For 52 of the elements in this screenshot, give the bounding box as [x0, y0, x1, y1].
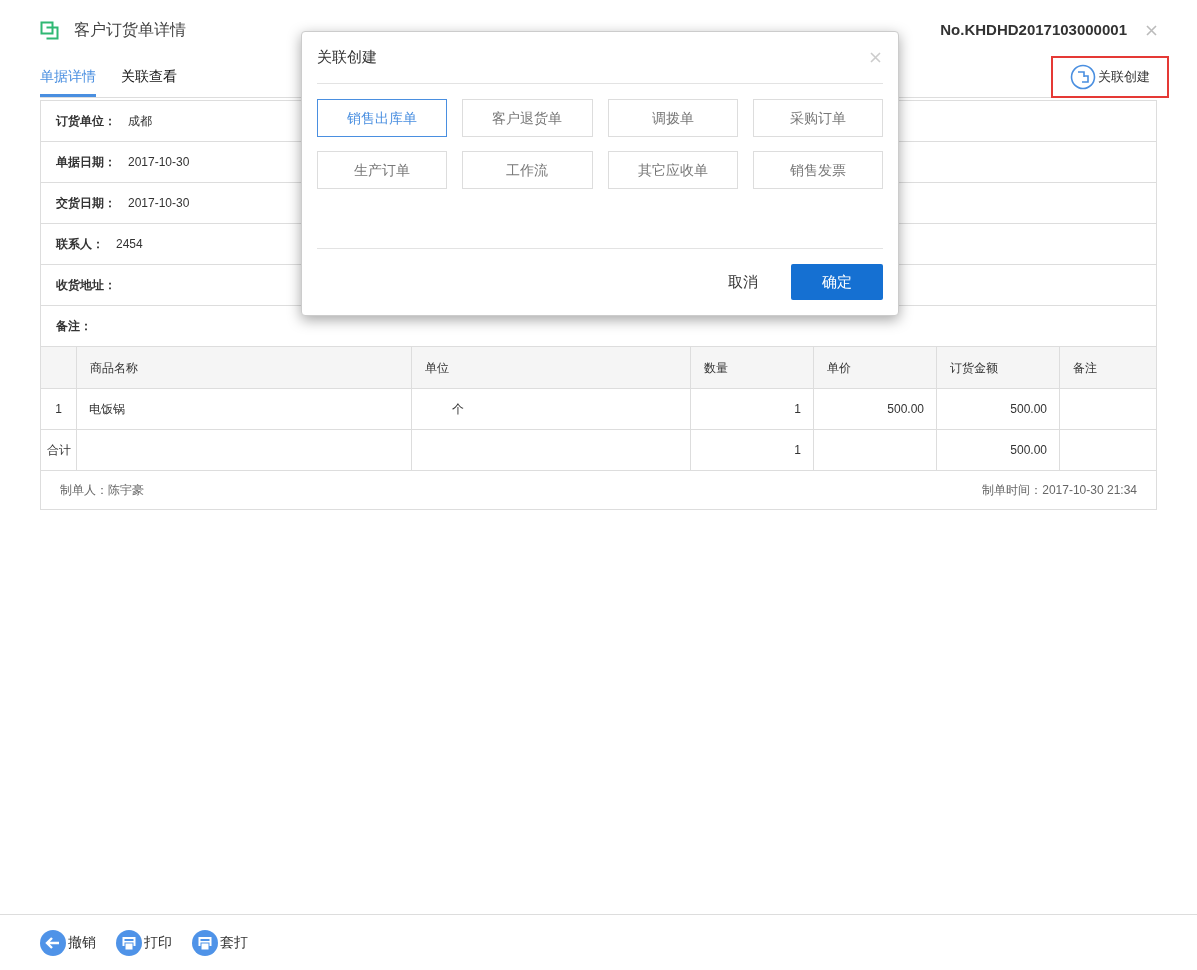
cancel-button[interactable]: 取消	[728, 270, 758, 294]
table-cell-text: 500.00	[1010, 401, 1047, 418]
table-cell-text: 1	[55, 401, 62, 418]
close-icon[interactable]	[870, 52, 881, 63]
field-label: 联系人：	[56, 236, 104, 253]
field-label: 订货单位：	[56, 113, 116, 130]
dialog-title: 关联创建	[317, 47, 377, 68]
field-label: 备注：	[56, 318, 92, 335]
printer-icon	[192, 929, 218, 956]
option-button[interactable]: 客户退货单	[462, 99, 593, 137]
related-create-button[interactable]: 关联创建	[1051, 56, 1169, 98]
option-button[interactable]: 销售发票	[752, 151, 883, 189]
order-number: No.KHDHD2017103000001	[940, 19, 1127, 40]
link-icon	[1070, 64, 1096, 90]
confirm-button[interactable]: 确定	[791, 264, 883, 300]
option-button[interactable]: 销售出库单	[317, 99, 448, 137]
action-button[interactable]: 打印	[116, 929, 172, 956]
option-button[interactable]: 调拨单	[607, 99, 738, 137]
creator-text: 制单人：陈宇豪	[60, 482, 144, 499]
column-header: 订货金额	[950, 359, 998, 377]
table-cell-text: 个	[452, 401, 464, 418]
table-cell-text: 500.00	[887, 401, 924, 418]
tab[interactable]: 单据详情	[40, 59, 96, 97]
field-label: 单据日期：	[56, 154, 116, 171]
tab[interactable]: 关联查看	[121, 59, 177, 97]
created-time-text: 制单时间：2017-10-30 21:34	[982, 482, 1137, 499]
close-icon[interactable]	[1146, 24, 1157, 36]
table-cell-text: 1	[794, 442, 801, 459]
table-cell-text: 1	[794, 401, 801, 418]
page-title: 客户订货单详情	[74, 20, 186, 40]
table-cell-text: 电饭锅	[89, 401, 125, 418]
field-value: 2454	[116, 236, 143, 253]
option-button[interactable]: 工作流	[462, 151, 593, 189]
table-cell-text: 500.00	[1010, 442, 1047, 459]
option-button[interactable]: 其它应收单	[607, 151, 738, 189]
field-label: 收货地址：	[56, 277, 116, 294]
option-button[interactable]: 采购订单	[752, 99, 883, 137]
column-header: 数量	[704, 359, 728, 377]
action-button[interactable]: 撤销	[40, 929, 96, 956]
option-button[interactable]: 生产订单	[317, 151, 448, 189]
action-button[interactable]: 套打	[192, 929, 248, 956]
field-value: 成都	[128, 113, 152, 130]
column-header: 单价	[827, 359, 851, 377]
column-header: 商品名称	[90, 359, 138, 377]
printer-icon	[116, 929, 142, 956]
table-cell-text: 合计	[46, 442, 71, 459]
field-value: 2017-10-30	[128, 154, 190, 171]
field-label: 交货日期：	[56, 195, 116, 212]
field-value: 2017-10-30	[128, 195, 190, 212]
column-header: 备注	[1073, 359, 1097, 377]
column-header: 单位	[425, 359, 449, 377]
copy-icon	[40, 20, 59, 40]
